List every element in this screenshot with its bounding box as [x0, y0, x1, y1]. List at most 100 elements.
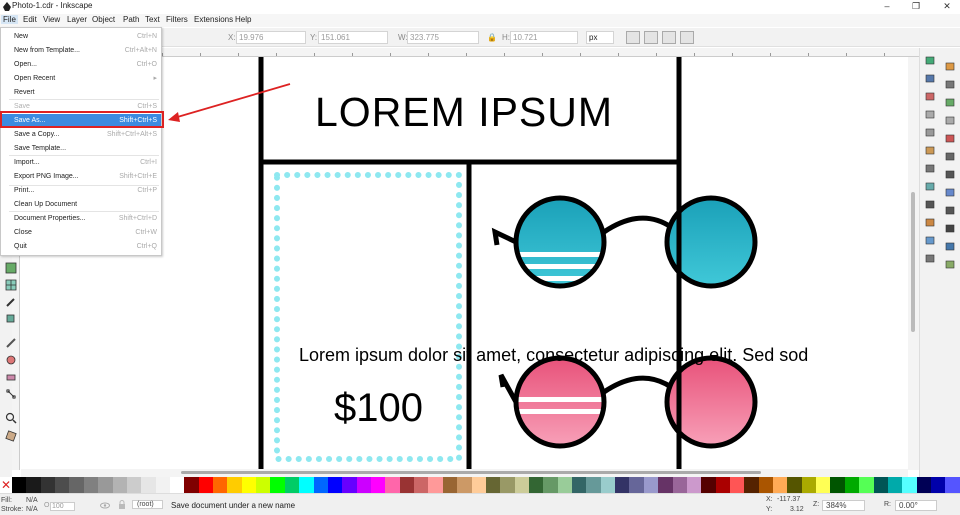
maximize-icon[interactable]: ❐: [906, 0, 926, 13]
color-swatch[interactable]: [327, 477, 343, 493]
layer-select[interactable]: (root): [132, 500, 163, 509]
color-swatch[interactable]: [801, 477, 817, 493]
opacity-field[interactable]: 100: [50, 502, 75, 511]
menu-text[interactable]: Text: [145, 15, 160, 24]
color-swatch[interactable]: [816, 477, 831, 493]
color-swatch[interactable]: [40, 477, 56, 493]
color-swatch[interactable]: [213, 477, 228, 493]
color-swatch[interactable]: [55, 477, 70, 493]
duplicate-icon[interactable]: [924, 181, 936, 192]
lock-icon[interactable]: [118, 500, 126, 510]
color-swatch[interactable]: [931, 477, 946, 493]
file-menu-item[interactable]: Revert: [2, 86, 161, 99]
color-swatch[interactable]: [600, 477, 616, 493]
color-swatch[interactable]: [586, 477, 601, 493]
menu-object[interactable]: Object: [92, 15, 115, 24]
color-swatch[interactable]: [557, 477, 573, 493]
snap-toggle-icon[interactable]: [924, 55, 936, 66]
color-swatch[interactable]: [471, 477, 486, 493]
color-swatch[interactable]: [830, 477, 845, 493]
ungroup-icon[interactable]: [944, 205, 956, 216]
minimize-icon[interactable]: –: [877, 0, 897, 13]
copy-icon[interactable]: [924, 127, 936, 138]
menu-file[interactable]: File: [1, 15, 18, 24]
color-swatch[interactable]: [414, 477, 429, 493]
file-menu-item[interactable]: New Ctrl+N: [2, 30, 161, 43]
color-swatch[interactable]: [457, 477, 472, 493]
zoom-field[interactable]: 384%: [822, 500, 866, 511]
rotation-field[interactable]: 0.00°: [895, 500, 937, 511]
group-icon[interactable]: [924, 199, 936, 210]
clone-icon[interactable]: [944, 187, 956, 198]
x-field[interactable]: 19.976: [236, 31, 306, 44]
eye-icon[interactable]: [100, 501, 110, 510]
file-menu-item[interactable]: Import... Ctrl+I: [2, 156, 161, 169]
zoom-drawing-icon[interactable]: [924, 163, 936, 174]
document-save-icon[interactable]: [944, 79, 956, 90]
vertical-scrollbar[interactable]: [908, 57, 919, 470]
align-icon[interactable]: [944, 241, 956, 252]
color-swatch[interactable]: [629, 477, 644, 493]
spray-tool-icon[interactable]: [5, 354, 17, 366]
color-swatch[interactable]: [270, 477, 285, 493]
file-menu-item[interactable]: Save Template...: [2, 142, 161, 155]
menu-edit[interactable]: Edit: [23, 15, 37, 24]
paint-bucket-icon[interactable]: [5, 312, 17, 324]
color-swatch[interactable]: [500, 477, 515, 493]
color-swatch[interactable]: [744, 477, 759, 493]
cut-icon[interactable]: [944, 133, 956, 144]
color-swatch[interactable]: [184, 477, 199, 493]
xml-editor-icon[interactable]: [924, 253, 936, 264]
undo-icon[interactable]: [924, 109, 936, 120]
file-menu-item[interactable]: Clean Up Document: [2, 198, 161, 211]
zoom-tool-icon[interactable]: [5, 412, 17, 424]
color-swatch[interactable]: [98, 477, 113, 493]
file-menu-item[interactable]: New from Template... Ctrl+Alt+N: [2, 44, 161, 57]
color-swatch[interactable]: [773, 477, 788, 493]
color-swatch[interactable]: [758, 477, 774, 493]
scale-stroke-icon[interactable]: [626, 31, 640, 44]
color-swatch[interactable]: [241, 477, 257, 493]
y-field[interactable]: 151.061: [318, 31, 388, 44]
file-menu-item[interactable]: Export PNG Image... Shift+Ctrl+E: [2, 170, 161, 183]
color-swatch[interactable]: [945, 477, 960, 493]
color-swatch[interactable]: [69, 477, 84, 493]
color-swatch[interactable]: [356, 477, 371, 493]
color-swatch[interactable]: [155, 477, 170, 493]
color-swatch[interactable]: [572, 477, 587, 493]
print-icon[interactable]: [924, 73, 936, 84]
color-swatch[interactable]: [342, 477, 357, 493]
menu-filters[interactable]: Filters: [166, 15, 188, 24]
color-swatch[interactable]: [543, 477, 558, 493]
text-font-icon[interactable]: [944, 223, 956, 234]
fill-value[interactable]: N/A: [26, 497, 38, 504]
color-swatch[interactable]: [141, 477, 156, 493]
preferences-icon[interactable]: [944, 259, 956, 270]
zoom-page-icon[interactable]: [944, 169, 956, 180]
file-menu-item[interactable]: Open Recent ▸: [2, 72, 161, 85]
color-swatch[interactable]: [873, 477, 888, 493]
h-field[interactable]: 10.721: [510, 31, 578, 44]
color-swatch[interactable]: [198, 477, 214, 493]
color-swatch[interactable]: [370, 477, 386, 493]
color-swatch[interactable]: [514, 477, 529, 493]
menu-layer[interactable]: Layer: [67, 15, 87, 24]
menu-help[interactable]: Help: [235, 15, 251, 24]
color-swatch[interactable]: [528, 477, 544, 493]
horizontal-scroll-thumb[interactable]: [181, 471, 761, 474]
color-swatch[interactable]: [686, 477, 702, 493]
color-swatch[interactable]: [442, 477, 458, 493]
stroke-value[interactable]: N/A: [26, 506, 38, 513]
document-heading[interactable]: LOREM IPSUM: [315, 89, 613, 136]
fill-stroke-icon[interactable]: [924, 217, 936, 228]
horizontal-scrollbar[interactable]: [21, 469, 908, 477]
dropper-tool-icon[interactable]: [5, 296, 17, 308]
close-icon[interactable]: ✕: [937, 0, 957, 13]
lock-icon[interactable]: 🔒: [487, 33, 497, 42]
color-swatch[interactable]: [672, 477, 687, 493]
document-body-text[interactable]: Lorem ipsum dolor sit amet, consectetur …: [299, 345, 808, 366]
file-menu-item[interactable]: Open... Ctrl+O: [2, 58, 161, 71]
color-swatch[interactable]: [428, 477, 443, 493]
menu-path[interactable]: Path: [123, 15, 139, 24]
export-icon[interactable]: [944, 97, 956, 108]
